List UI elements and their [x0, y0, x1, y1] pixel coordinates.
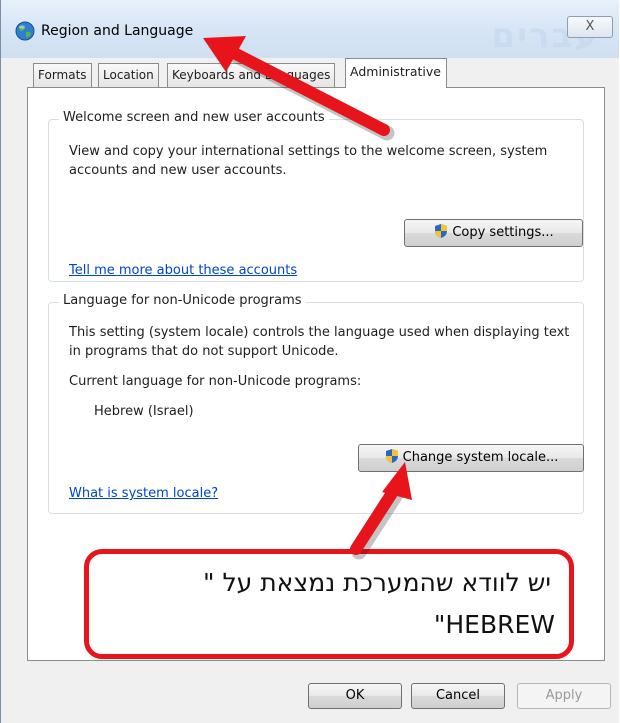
- change-system-locale-label: Change system locale...: [402, 450, 559, 465]
- locale-description: This setting (system locale) controls th…: [69, 325, 570, 359]
- tab-formats[interactable]: Formats: [33, 63, 92, 87]
- ok-button[interactable]: OK: [308, 683, 402, 709]
- non-unicode-group: Language for non-Unicode programs This s…: [48, 293, 584, 514]
- annotation-callout: יש לוודא שהמערכת נמצאת על " "HEBREW: [84, 549, 574, 659]
- current-language-label: Current language for non-Unicode program…: [69, 374, 362, 389]
- copy-settings-button[interactable]: Copy settings...: [404, 219, 583, 247]
- region-and-language-dialog: עברים Region and Language X Formats Loca…: [0, 0, 619, 723]
- tab-keyboards-and-languages[interactable]: Keyboards and Languages: [167, 63, 336, 87]
- copy-settings-label: Copy settings...: [452, 225, 554, 240]
- callout-text-line2: "HEBREW: [433, 610, 555, 639]
- globe-icon: [15, 21, 35, 41]
- tab-administrative[interactable]: Administrative: [345, 58, 447, 88]
- change-system-locale-button[interactable]: Change system locale...: [358, 444, 584, 472]
- window-title: Region and Language: [41, 23, 194, 39]
- welcome-description: View and copy your international setting…: [69, 144, 548, 178]
- title-bar: עברים Region and Language X: [1, 0, 619, 58]
- tell-me-more-link[interactable]: Tell me more about these accounts: [69, 263, 297, 278]
- welcome-group-title: Welcome screen and new user accounts: [59, 110, 329, 125]
- cancel-button[interactable]: Cancel: [411, 683, 505, 709]
- shield-icon: [385, 449, 398, 463]
- shield-icon: [435, 224, 448, 238]
- apply-button[interactable]: Apply: [517, 683, 611, 709]
- current-language-value: Hebrew (Israel): [94, 404, 194, 419]
- close-button[interactable]: X: [567, 16, 613, 38]
- welcome-screen-group: Welcome screen and new user accounts Vie…: [48, 110, 584, 282]
- callout-text-line1: יש לוודא שהמערכת נמצאת על ": [203, 568, 551, 597]
- what-is-system-locale-link[interactable]: What is system locale?: [69, 486, 218, 501]
- tab-location[interactable]: Location: [98, 63, 159, 87]
- non-unicode-group-title: Language for non-Unicode programs: [59, 293, 306, 308]
